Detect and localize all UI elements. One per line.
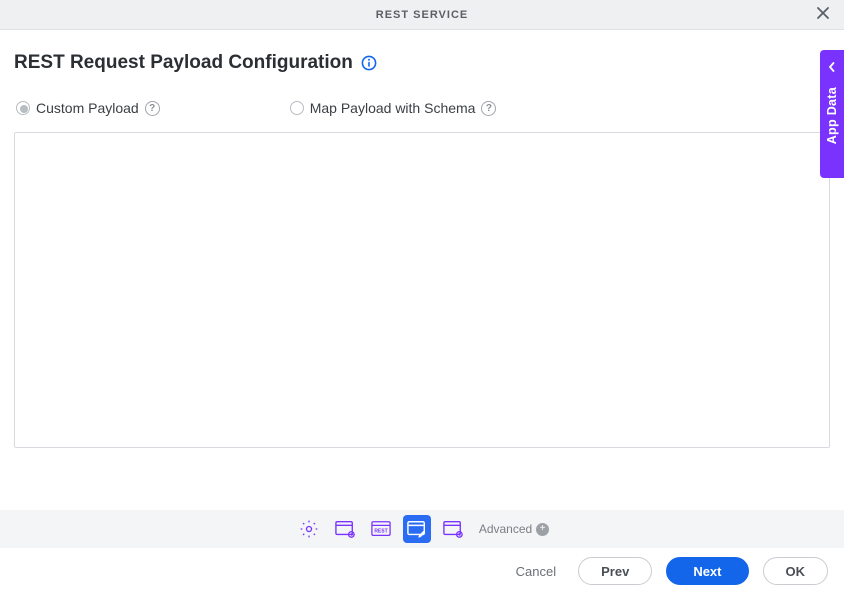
dialog-button-bar: Cancel Prev Next OK	[0, 548, 844, 594]
map-schema-radio[interactable]: Map Payload with Schema ?	[290, 100, 497, 116]
advanced-link[interactable]: Advanced +	[479, 522, 549, 536]
step-settings[interactable]	[295, 515, 323, 543]
dialog-header: REST SERVICE	[0, 0, 844, 30]
window-clock-icon	[442, 519, 464, 539]
dialog-title: REST SERVICE	[376, 9, 469, 21]
app-data-side-tab[interactable]: App Data	[820, 50, 844, 178]
step-rest[interactable]: REST	[367, 515, 395, 543]
content-area: REST Request Payload Configuration Custo…	[0, 30, 844, 510]
step-schedule[interactable]	[439, 515, 467, 543]
payload-textarea[interactable]	[14, 132, 830, 448]
radio-label: Custom Payload	[36, 100, 139, 116]
rest-window-icon: REST	[370, 519, 392, 539]
close-icon	[816, 6, 830, 20]
help-icon[interactable]: ?	[481, 101, 496, 116]
radio-icon	[16, 101, 30, 115]
ok-button[interactable]: OK	[763, 557, 829, 585]
svg-text:REST: REST	[374, 529, 387, 535]
payload-mode-radio-group: Custom Payload ? Map Payload with Schema…	[16, 100, 830, 116]
radio-icon	[290, 101, 304, 115]
prev-button[interactable]: Prev	[578, 557, 652, 585]
window-edit-icon	[406, 519, 428, 539]
help-icon[interactable]: ?	[145, 101, 160, 116]
radio-label: Map Payload with Schema	[310, 100, 476, 116]
plus-circle-icon: +	[536, 523, 549, 536]
close-button[interactable]	[812, 4, 834, 26]
window-out-icon	[334, 519, 356, 539]
page-title-row: REST Request Payload Configuration	[14, 52, 830, 74]
side-tab-label: App Data	[825, 87, 839, 144]
advanced-label: Advanced	[479, 522, 532, 536]
custom-payload-radio[interactable]: Custom Payload ?	[16, 100, 160, 116]
wizard-stepper: REST Advanced +	[0, 510, 844, 548]
info-icon[interactable]	[361, 55, 377, 71]
step-request[interactable]	[331, 515, 359, 543]
page-title: REST Request Payload Configuration	[14, 52, 353, 74]
next-button[interactable]: Next	[666, 557, 748, 585]
chevron-left-icon	[827, 60, 837, 75]
gear-icon	[299, 519, 319, 539]
cancel-button[interactable]: Cancel	[508, 557, 564, 585]
step-payload-current[interactable]	[403, 515, 431, 543]
